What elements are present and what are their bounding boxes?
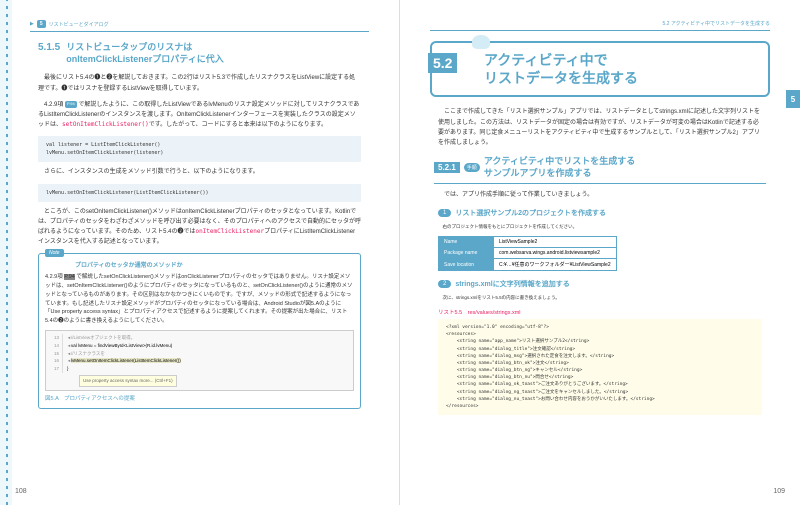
- section-5-1-5: 5.1.5 リストビュータップのリスナは onItemClickListener…: [30, 42, 369, 65]
- para-2: 4.2.9項 P.94 で解説したように、この取得したListViewであるlv…: [30, 100, 369, 131]
- ide-hint: Use property access syntax more... (Ctrl…: [79, 375, 177, 387]
- step-1: 1 リスト選択サンプル2のプロジェクトを作成する: [438, 208, 762, 218]
- code-block-1: val listener = ListItemClickListener() l…: [38, 136, 361, 162]
- ch-section-title: アクティビティ中で リストデータを生成する: [484, 51, 756, 87]
- teapot-icon: [472, 35, 490, 49]
- para-6: では、アプリ作成手順に従って作業していきましょう。: [430, 190, 770, 200]
- figure-caption: 図5.A プロパティアクセスへの提案: [45, 394, 354, 402]
- chapter-arrow: ▶: [30, 21, 34, 27]
- header-right-text: 5.2 アクティビティ中でリストデータを生成する: [663, 20, 771, 27]
- para-8: 次に、strings.xmlをリスト5.5の内容に書き換えましょう。: [430, 294, 770, 302]
- ide-screenshot: 13◄//ListViewオブジェクトを取得。 14◄val lvMenu = …: [45, 330, 354, 390]
- listing-caption: リスト5.5 res/values/strings.xml: [438, 308, 762, 316]
- side-tab: 5: [786, 90, 800, 108]
- para-3: さらに、インスタンスの生成をメソッド引数で行うと、以下のようになります。: [30, 167, 369, 177]
- header-right: 5.2 アクティビティ中でリストデータを生成する: [430, 20, 770, 31]
- para-5: ここまで作成してきた「リスト選択サンプル」アプリでは、リストデータとしてstri…: [430, 107, 770, 148]
- sub-title: アクティビティ中でリストを生成する サンプルアプリを作成する: [484, 156, 635, 179]
- para-1: 最後にリスト5.4の❶と❷を解説しておきます。この2行はリスト5.3で作成したリ…: [30, 73, 369, 93]
- step-2: 2 strings.xmlに文字列情報を追加する: [438, 279, 762, 289]
- chapter-section-5-2: 5.2 アクティビティ中で リストデータを生成する: [430, 41, 770, 97]
- note-box: Note プロパティのセッタか通常のメソッドか 4.2.9項 P.94 で解説し…: [38, 253, 361, 408]
- page-right: 5 5.2 アクティビティ中でリストデータを生成する 5.2 アクティビティ中で…: [400, 0, 800, 505]
- subsection-5-2-1: 5.2.1 手順 アクティビティ中でリストを生成する サンプルアプリを作成する: [434, 156, 766, 183]
- project-info-table: NameListViewSample2 Package namecom.webs…: [438, 236, 617, 271]
- ch-section-num: 5.2: [428, 53, 457, 73]
- step-num-1: 1: [438, 209, 451, 217]
- note-body: 4.2.9項 P.94 で解説したsetOnClickListener()メソッ…: [45, 273, 354, 326]
- step-title-1: リスト選択サンプル2のプロジェクトを作成する: [455, 208, 606, 218]
- chapter-num: 5: [37, 20, 46, 28]
- note-label: Note: [45, 249, 64, 257]
- section-title: リストビュータップのリスナは onItemClickListenerプロパティに…: [66, 42, 223, 65]
- code-block-2: lvMenu.setOnItemClickListener(ListItemCl…: [38, 184, 361, 202]
- chapter-title: リストビューとダイアログ: [49, 21, 109, 28]
- step-num-2: 2: [438, 280, 451, 288]
- sub-badge: 手順: [464, 163, 480, 172]
- para-4: ところが、このsetOnItemClickListener()メソッドはonIt…: [30, 207, 369, 248]
- para-7: 右のプロジェクト情報をもとにプロジェクトを作成してください。: [430, 223, 770, 231]
- section-num: 5.1.5: [38, 42, 60, 65]
- step-title-2: strings.xmlに文字列情報を追加する: [455, 279, 569, 289]
- header-left: ▶ 5 リストビューとダイアログ: [30, 20, 369, 32]
- sub-num: 5.2.1: [434, 162, 460, 173]
- page-left: ▶ 5 リストビューとダイアログ 5.1.5 リストビュータップのリスナは on…: [0, 0, 400, 505]
- page-number-left: 108: [15, 488, 27, 495]
- xml-listing: <?xml version="1.0" encoding="utf-8"?> <…: [438, 319, 762, 415]
- note-title: プロパティのセッタか通常のメソッドか: [75, 260, 354, 269]
- page-number-right: 109: [773, 488, 785, 495]
